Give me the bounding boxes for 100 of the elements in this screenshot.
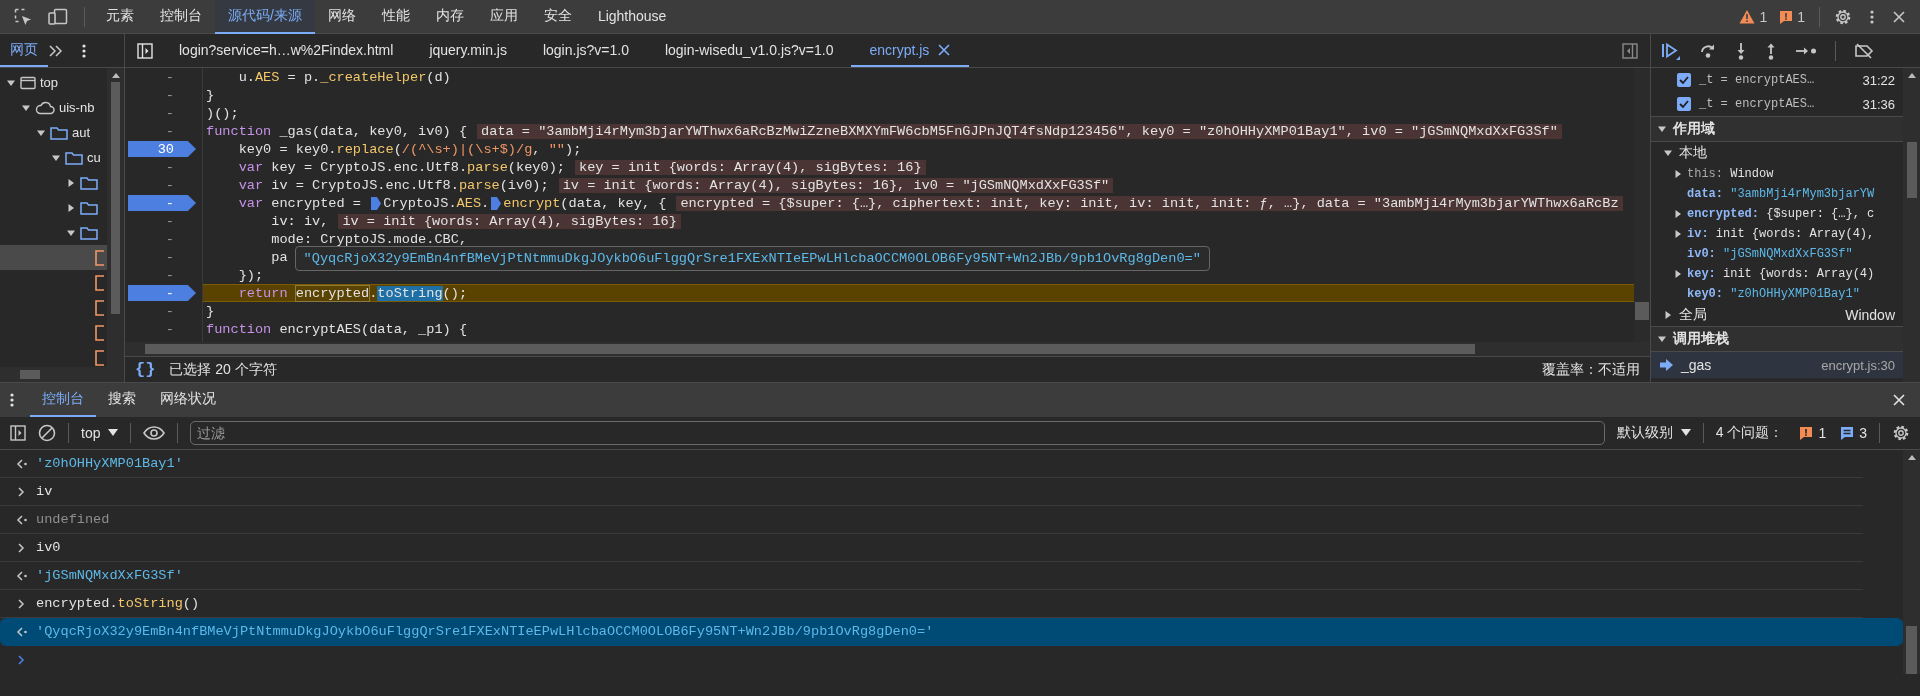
code-text: var iv = CryptoJS.enc.Utf8.parse(iv0); xyxy=(237,177,549,193)
deactivate-breakpoints-icon[interactable] xyxy=(1854,42,1874,59)
warnings-button[interactable]: 1 xyxy=(1739,8,1768,25)
triangle-down-icon[interactable] xyxy=(1657,334,1667,344)
clear-console-icon[interactable] xyxy=(38,424,56,442)
more-icon[interactable] xyxy=(82,42,86,59)
breakpoint-location: 31:22 xyxy=(1862,72,1895,88)
breakpoint-marker[interactable]: - xyxy=(128,285,196,301)
drawer-tab[interactable]: 网络状况 xyxy=(148,383,228,417)
close-icon[interactable] xyxy=(1892,9,1906,24)
panel-tab[interactable]: 安全 xyxy=(530,0,585,34)
inline-breakpoint-icon[interactable] xyxy=(371,196,382,210)
step-out-icon[interactable] xyxy=(1765,41,1777,60)
section-header[interactable]: 作用域 xyxy=(1651,116,1903,142)
device-icon[interactable] xyxy=(48,7,68,26)
console-text: undefined xyxy=(36,512,110,527)
code-text: CryptoJS.AES. xyxy=(383,195,490,211)
issues-button[interactable]: 4 个问题： 1 3 xyxy=(1715,424,1867,442)
panel-tab[interactable]: 性能 xyxy=(368,0,423,34)
code-text: pa xyxy=(270,249,288,265)
chevron-double-right-icon[interactable] xyxy=(48,43,64,58)
panel-tab[interactable]: 内存 xyxy=(422,0,477,34)
panel-tab[interactable]: 元素 xyxy=(93,0,147,34)
scrollbar[interactable] xyxy=(0,367,124,382)
log-level-select[interactable]: 默认级别 xyxy=(1616,424,1691,442)
tree-item[interactable]: cu xyxy=(0,145,107,170)
file-tab[interactable]: login-wisedu_v1.0.js?v=1.0 xyxy=(646,34,852,67)
panel-tab[interactable]: Lighthouse xyxy=(584,0,680,34)
pretty-print-button[interactable]: {} xyxy=(135,360,156,379)
context-select[interactable]: top xyxy=(81,425,119,441)
inline-breakpoint-icon[interactable] xyxy=(491,196,502,210)
triangle-right-icon[interactable] xyxy=(1673,269,1683,279)
eye-icon[interactable] xyxy=(143,426,166,440)
tree-item[interactable]: top xyxy=(0,70,107,95)
scope-group[interactable]: 全局 Window xyxy=(1651,304,1903,326)
console-text: iv xyxy=(36,484,53,499)
triangle-right-icon[interactable] xyxy=(1663,310,1673,320)
inline-value: iv = init {words: Array(4), sigBytes: 16} xyxy=(338,213,681,229)
scope-property: encrypted: {$super: {…}, c xyxy=(1687,207,1875,221)
result-arrow-icon xyxy=(16,569,28,582)
triangle-down-icon[interactable] xyxy=(1663,148,1673,158)
frame-icon xyxy=(20,75,36,90)
tree-item[interactable]: uis-nb xyxy=(0,95,107,120)
tree-item[interactable]: aut xyxy=(0,120,107,145)
filter-field[interactable]: 过滤 xyxy=(190,421,1605,445)
checkbox[interactable] xyxy=(1677,97,1691,111)
section-header[interactable]: 调用堆栈 xyxy=(1651,326,1903,352)
warning-icon xyxy=(1739,9,1756,24)
file-tab[interactable]: login.js?v=1.0 xyxy=(524,34,647,67)
panel-tab[interactable]: 网络 xyxy=(314,0,369,34)
errors-button[interactable]: 1 xyxy=(1779,8,1805,25)
line-number: - xyxy=(165,69,174,85)
inline-value: key = init {words: Array(4), sigBytes: 16} xyxy=(574,159,926,175)
file-tab[interactable]: login?service=h…w%2Findex.html xyxy=(161,34,412,67)
console-text: 'QyqcRjoX32y9EmBn4nfBMeVjPtNtmmuDkgJOykbO6uFlggQrSre1FXExNTIeEPwLHlcbaOCCM0OLOB6Fy95NT+Wn2JBb/9pb1OvRg8gDen0=' xyxy=(36,624,934,639)
line-number: - xyxy=(165,303,174,319)
step-into-icon[interactable] xyxy=(1735,41,1747,60)
error-icon xyxy=(1779,9,1794,24)
step-over-icon[interactable] xyxy=(1699,42,1717,59)
checkbox[interactable] xyxy=(1677,73,1691,87)
debugger-toggle-icon[interactable] xyxy=(1622,42,1638,59)
console-text: 'jGSmNQMxdXxFG3Sf' xyxy=(36,568,183,583)
code-text: } xyxy=(206,87,215,103)
call-frame[interactable]: _gas encrypt.js:30 xyxy=(1651,352,1903,378)
drawer-tab[interactable]: 搜索 xyxy=(96,383,148,417)
triangle-right-icon[interactable] xyxy=(66,177,76,188)
more-icon[interactable] xyxy=(1870,8,1874,25)
selection-status: 已选择 20 个字符 xyxy=(169,360,277,379)
settings-icon[interactable] xyxy=(1834,7,1852,26)
panel-tab[interactable]: 应用 xyxy=(476,0,531,34)
inspect-icon[interactable] xyxy=(14,7,32,26)
breakpoint-location: 31:36 xyxy=(1862,96,1895,112)
scrollbar[interactable] xyxy=(107,68,124,367)
sidebar-toggle-icon[interactable] xyxy=(137,42,153,59)
panel-tab[interactable]: 源代码/来源 xyxy=(215,0,315,34)
console-sidebar-icon[interactable] xyxy=(10,425,26,441)
resume-icon[interactable] xyxy=(1661,41,1681,60)
scope-property: data: "3ambMji4rMym3bjarYW xyxy=(1687,187,1875,201)
tree-item[interactable] xyxy=(0,245,107,270)
drawer-tab[interactable]: 控制台 xyxy=(30,383,96,417)
scope-property: iv0: "jGSmNQMxdXxFG3Sf" xyxy=(1687,247,1853,261)
triangle-down-icon[interactable] xyxy=(1657,124,1667,134)
close-icon[interactable] xyxy=(937,42,952,57)
file-tab[interactable]: jquery.min.js xyxy=(411,34,525,67)
line-number: - xyxy=(165,159,174,175)
more-icon[interactable] xyxy=(10,392,14,408)
file-tab[interactable]: encrypt.js xyxy=(851,34,970,67)
scrollbar[interactable] xyxy=(1903,450,1920,674)
result-arrow-icon xyxy=(16,625,28,638)
breakpoint-marker[interactable]: - xyxy=(128,195,196,211)
triangle-right-icon[interactable] xyxy=(1673,169,1683,179)
panel-tab[interactable]: 控制台 xyxy=(147,0,215,34)
scrollbar[interactable] xyxy=(1903,68,1920,382)
settings-icon[interactable] xyxy=(1892,424,1910,442)
triangle-right-icon[interactable] xyxy=(66,202,76,213)
scrollbar[interactable] xyxy=(125,342,1650,356)
navigator-tab[interactable]: 网页 xyxy=(0,34,48,67)
breakpoint-marker[interactable]: 30 xyxy=(128,141,196,157)
scope-group[interactable]: 本地 xyxy=(1651,142,1903,164)
scope-property: key0: "z0hOHHyXMP01Bay1" xyxy=(1687,287,1860,301)
